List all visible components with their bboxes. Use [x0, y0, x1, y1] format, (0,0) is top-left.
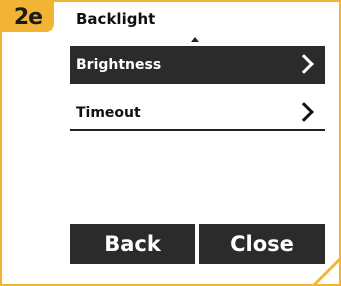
menu-item-brightness[interactable]: Brightness	[70, 46, 325, 84]
menu-item-label: Brightness	[76, 57, 162, 73]
close-button[interactable]: Close	[199, 224, 325, 264]
menu-divider	[70, 129, 325, 131]
instruction-frame: 2e Backlight Brightness Timeout Back Clo…	[0, 0, 341, 286]
menu-item-timeout[interactable]: Timeout	[70, 94, 325, 132]
screen-title: Backlight	[76, 10, 156, 28]
chevron-right-icon	[294, 54, 314, 74]
corner-decoration-inner	[317, 262, 339, 284]
menu-item-label: Timeout	[76, 105, 141, 121]
chevron-right-icon	[294, 102, 314, 122]
scroll-up-icon	[191, 37, 199, 42]
step-badge: 2e	[2, 2, 54, 32]
step-number: 2e	[13, 4, 43, 30]
back-button[interactable]: Back	[70, 224, 195, 264]
